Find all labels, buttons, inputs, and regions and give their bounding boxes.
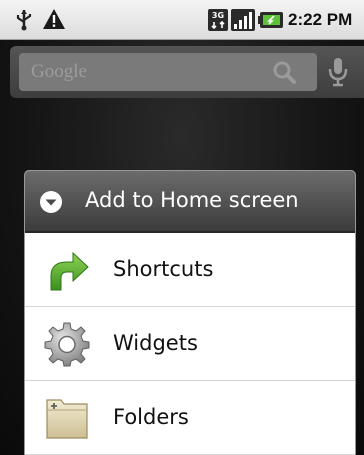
search-icon[interactable]	[271, 59, 297, 85]
add-to-home-dialog: Add to Home screen Shortcuts Widgets Fol…	[24, 170, 356, 455]
mic-icon[interactable]	[328, 57, 348, 87]
search-placeholder: Google	[31, 61, 87, 82]
home-screen: 3G 2:22 PM Google Add to Home screen Sho…	[0, 0, 364, 455]
search-input[interactable]: Google	[19, 53, 317, 91]
dialog-title: Add to Home screen	[85, 188, 299, 212]
battery-icon	[258, 12, 283, 28]
list-item-folders[interactable]: Folders	[25, 381, 355, 455]
network-type-label: 3G	[212, 11, 224, 20]
folder-icon	[46, 399, 88, 439]
list-item-label: Widgets	[113, 331, 198, 355]
status-bar[interactable]: 3G 2:22 PM	[0, 0, 364, 40]
list-item-label: Folders	[113, 405, 189, 429]
3g-icon: 3G	[208, 9, 228, 31]
list-item-widgets[interactable]: Widgets	[25, 307, 355, 381]
list-item-shortcuts[interactable]: Shortcuts	[25, 233, 355, 307]
shortcut-arrow-icon	[50, 251, 89, 291]
status-time: 2:22 PM	[288, 10, 353, 29]
search-widget: Google	[10, 46, 364, 98]
gear-icon	[44, 322, 90, 367]
dialog-header: Add to Home screen	[25, 171, 355, 233]
warning-icon	[43, 9, 65, 29]
menu-circle-icon	[40, 191, 62, 213]
dialog-list: Shortcuts Widgets Folders	[25, 233, 355, 455]
usb-icon	[16, 10, 32, 31]
signal-icon	[231, 9, 255, 31]
list-item-label: Shortcuts	[113, 257, 214, 281]
